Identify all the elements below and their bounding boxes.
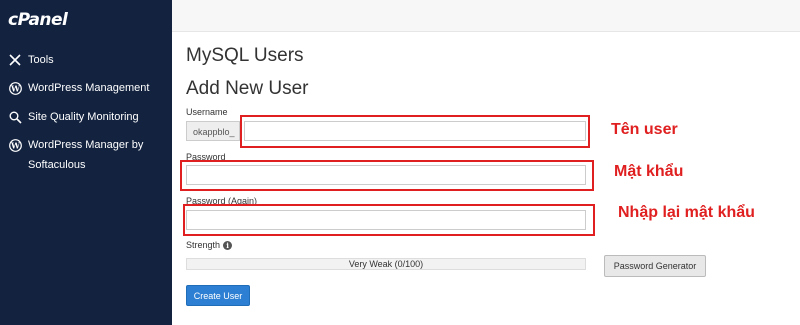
password-again-label: Password (Again) [186, 196, 258, 206]
sidebar-item-label: WordPress Manager by Softaculous [28, 139, 144, 171]
sidebar: cPanel Tools W WordPress Management Site… [0, 0, 172, 325]
sidebar-item-label: WordPress Management [28, 82, 150, 94]
sidebar-item-wordpress-management[interactable]: W WordPress Management [8, 78, 178, 98]
password-input[interactable] [186, 165, 586, 185]
annotation-username: Tên user [611, 121, 678, 138]
info-icon[interactable]: i [223, 241, 233, 251]
strength-label: Strength i [186, 240, 233, 251]
strength-label-text: Strength [186, 240, 221, 250]
svg-text:W: W [10, 140, 21, 150]
search-icon [8, 107, 22, 127]
sidebar-item-site-quality-monitoring[interactable]: Site Quality Monitoring [8, 107, 178, 127]
sidebar-item-label: Tools [28, 54, 54, 66]
svg-text:W: W [10, 83, 21, 93]
username-input[interactable] [244, 121, 586, 141]
wordpress-icon: W [8, 135, 22, 155]
create-user-button[interactable]: Create User [186, 285, 250, 306]
password-strength-meter: Very Weak (0/100) [186, 258, 586, 270]
password-label: Password [186, 152, 226, 162]
top-bar [172, 0, 800, 32]
username-label: Username [186, 107, 228, 117]
section-title: Add New User [186, 78, 309, 99]
username-prefix: okappblo_ [186, 121, 240, 141]
sidebar-item-wordpress-manager[interactable]: W WordPress Manager by Softaculous [8, 135, 178, 175]
sidebar-item-tools[interactable]: Tools [8, 50, 178, 70]
sidebar-item-label: Site Quality Monitoring [28, 111, 139, 123]
cpanel-logo[interactable]: cPanel [8, 10, 68, 30]
annotation-password: Mật khẩu [614, 163, 684, 180]
password-generator-button[interactable]: Password Generator [604, 255, 706, 277]
wordpress-icon: W [8, 78, 22, 98]
tools-icon [8, 50, 22, 70]
password-again-input[interactable] [186, 210, 586, 230]
annotation-password-again: Nhập lại mật khẩu [618, 204, 755, 221]
page-title: MySQL Users [186, 45, 304, 66]
